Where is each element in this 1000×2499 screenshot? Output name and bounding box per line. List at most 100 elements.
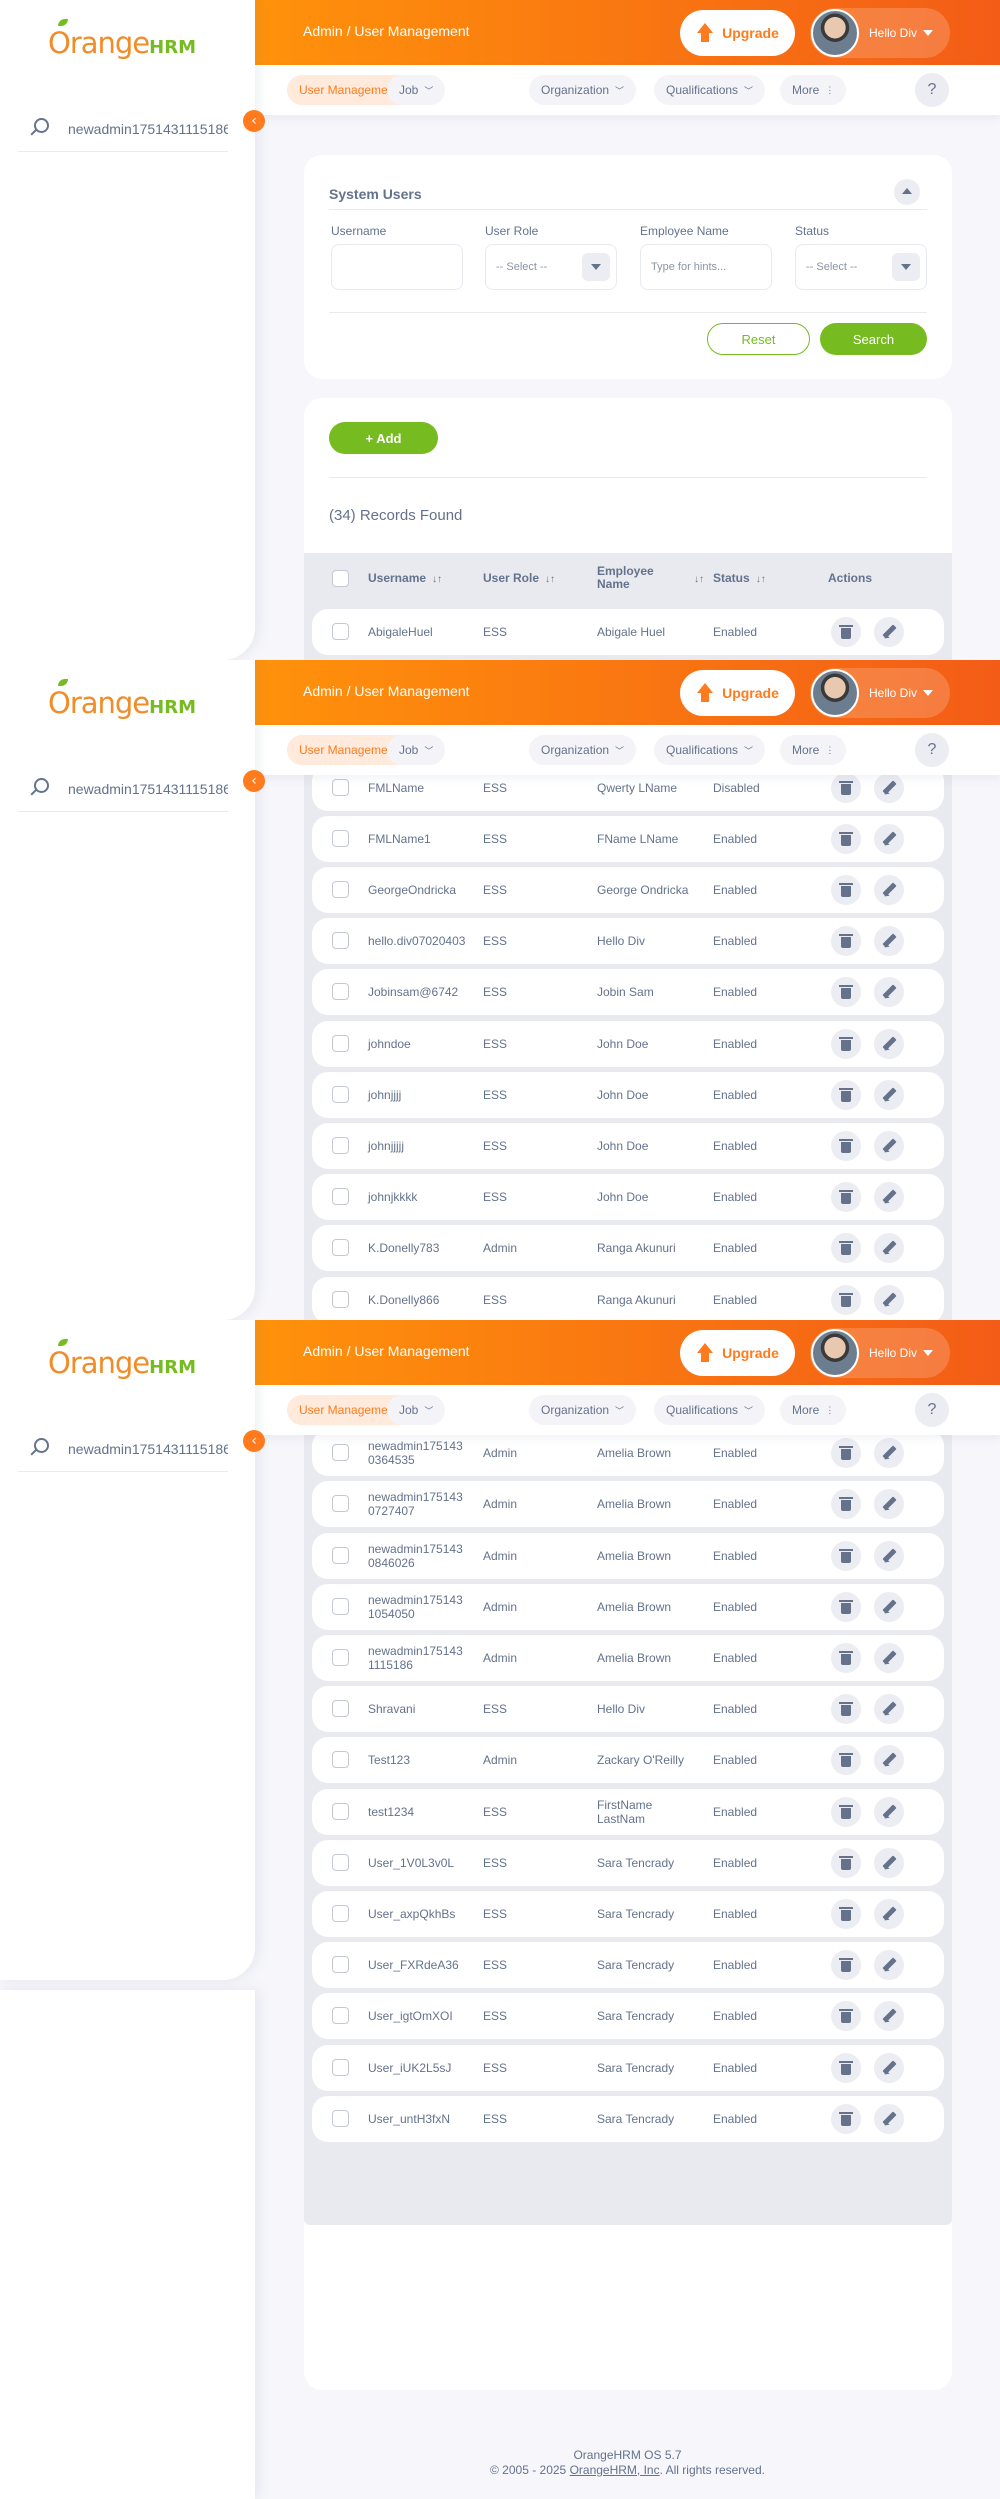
tab-job[interactable]: Job ﹀: [387, 1395, 446, 1425]
row-checkbox[interactable]: [332, 829, 349, 847]
tab-job[interactable]: Job ﹀: [387, 735, 446, 765]
trash-icon[interactable]: [831, 1643, 861, 1673]
row-checkbox[interactable]: [332, 881, 349, 898]
row-checkbox[interactable]: [332, 932, 349, 950]
row-checkbox[interactable]: [332, 1546, 349, 1564]
tab-more[interactable]: More ⋮: [780, 75, 847, 105]
row-checkbox[interactable]: [332, 1188, 349, 1206]
trash-icon[interactable]: [831, 1131, 861, 1161]
add-button[interactable]: + Add: [329, 422, 438, 454]
pencil-icon[interactable]: [874, 617, 904, 647]
trash-icon[interactable]: [831, 1540, 861, 1571]
row-checkbox[interactable]: [332, 1290, 349, 1308]
pencil-icon[interactable]: [874, 977, 904, 1008]
trash-icon[interactable]: [831, 2001, 861, 2032]
row-checkbox[interactable]: [332, 1597, 349, 1615]
user-dropdown[interactable]: Hello Div: [810, 8, 950, 58]
trash-icon[interactable]: [831, 2103, 861, 2134]
table-row[interactable]: User_axpQkhBs ESS Sara Tencrady Enabled: [312, 1891, 944, 1937]
pencil-icon[interactable]: [874, 1591, 904, 1622]
sidebar-search-input[interactable]: newadmin1751431115186: [18, 1426, 228, 1472]
sort-icon[interactable]: ↓↑: [432, 574, 442, 585]
row-checkbox[interactable]: [332, 1905, 349, 1922]
trash-icon[interactable]: [831, 1489, 861, 1520]
row-checkbox[interactable]: [332, 2007, 349, 2025]
trash-icon[interactable]: [831, 1796, 861, 1827]
sidebar-search-input[interactable]: newadmin1751431115186: [18, 106, 228, 152]
trash-icon[interactable]: [831, 1694, 861, 1725]
table-row[interactable]: test1234 ESS FirstName LastNam Enabled: [312, 1788, 944, 1835]
upgrade-button[interactable]: Upgrade: [680, 10, 795, 56]
pencil-icon[interactable]: [874, 1950, 904, 1981]
pencil-icon[interactable]: [874, 1028, 904, 1059]
search-button[interactable]: Search: [820, 323, 927, 355]
pencil-icon[interactable]: [874, 926, 904, 957]
pencil-icon[interactable]: [874, 1284, 904, 1315]
trash-icon[interactable]: [831, 1079, 861, 1110]
pencil-icon[interactable]: [874, 1745, 904, 1776]
row-checkbox[interactable]: [332, 1700, 349, 1718]
table-row[interactable]: User_FXRdeA36 ESS Sara Tencrady Enabled: [312, 1942, 944, 1989]
trash-icon[interactable]: [831, 617, 861, 647]
orangehrm-logo[interactable]: OrangeHRM: [48, 679, 196, 720]
table-row[interactable]: newadmin175143 1054050 Admin Amelia Brown E…: [312, 1583, 944, 1630]
chevron-left-icon[interactable]: ‹: [243, 770, 265, 792]
row-checkbox[interactable]: [332, 1649, 349, 1666]
sort-icon[interactable]: ↓↑: [756, 574, 766, 585]
table-row[interactable]: AbigaleHuel ESS Abigale Huel Enabled: [312, 609, 944, 655]
sidebar-search-input[interactable]: newadmin1751431115186: [18, 766, 228, 812]
username-input[interactable]: [331, 244, 463, 290]
row-checkbox[interactable]: [332, 623, 349, 640]
tab-job[interactable]: Job ﹀: [387, 75, 446, 105]
table-row[interactable]: GeorgeOndricka ESS George Ondricka Enabled: [312, 867, 944, 913]
pencil-icon[interactable]: [874, 823, 904, 854]
pencil-icon[interactable]: [874, 1079, 904, 1110]
upgrade-button[interactable]: Upgrade: [680, 670, 795, 716]
row-checkbox[interactable]: [332, 1751, 349, 1769]
reset-button[interactable]: Reset: [707, 323, 810, 355]
select-all-checkbox[interactable]: [332, 570, 349, 587]
pencil-icon[interactable]: [874, 2001, 904, 2032]
tab-more[interactable]: More ⋮: [780, 735, 847, 765]
sort-icon[interactable]: ↓↑: [688, 572, 704, 586]
column-employee-name[interactable]: Employee Name: [597, 565, 654, 591]
trash-icon[interactable]: [831, 875, 861, 905]
table-row[interactable]: User_1V0L3v0L ESS Sara Tencrady Enabled: [312, 1839, 944, 1886]
tab-organization[interactable]: Organization ﹀: [529, 75, 637, 105]
table-row[interactable]: newadmin175143 0727407 Admin Amelia Brown E…: [312, 1481, 944, 1528]
pencil-icon[interactable]: [874, 1233, 904, 1264]
trash-icon[interactable]: [831, 1284, 861, 1315]
status-select[interactable]: -- Select --: [795, 244, 927, 290]
table-row[interactable]: newadmin175143 0364535 Admin Amelia Brown E…: [312, 1430, 944, 1477]
row-checkbox[interactable]: [332, 1444, 349, 1462]
pencil-icon[interactable]: [874, 1694, 904, 1725]
row-checkbox[interactable]: [332, 983, 349, 1001]
trash-icon[interactable]: [831, 1438, 861, 1469]
tab-qualifications[interactable]: Qualifications ﹀: [654, 1395, 766, 1425]
row-checkbox[interactable]: [332, 1956, 349, 1974]
column-status[interactable]: Status ↓↑: [713, 572, 766, 586]
table-row[interactable]: Jobinsam@6742 ESS Jobin Sam Enabled: [312, 969, 944, 1016]
help-button[interactable]: ?: [915, 1393, 949, 1427]
sort-icon[interactable]: ↓↑: [545, 574, 555, 585]
trash-icon[interactable]: [831, 1745, 861, 1776]
tab-organization[interactable]: Organization ﹀: [529, 1395, 637, 1425]
pencil-icon[interactable]: [874, 1796, 904, 1827]
chevron-left-icon[interactable]: ‹: [243, 1430, 265, 1452]
row-checkbox[interactable]: [332, 1495, 349, 1513]
pencil-icon[interactable]: [874, 1847, 904, 1878]
pencil-icon[interactable]: [874, 1182, 904, 1213]
table-row[interactable]: K.Donelly783 Admin Ranga Akunuri Enabled: [312, 1225, 944, 1272]
trash-icon[interactable]: [831, 1028, 861, 1059]
pencil-icon[interactable]: [874, 875, 904, 905]
pencil-icon[interactable]: [874, 772, 904, 803]
table-row[interactable]: johndoe ESS John Doe Enabled: [312, 1020, 944, 1067]
orangehrm-logo[interactable]: OrangeHRM: [48, 1339, 196, 1380]
trash-icon[interactable]: [831, 823, 861, 854]
tab-qualifications[interactable]: Qualifications ﹀: [654, 75, 766, 105]
trash-icon[interactable]: [831, 926, 861, 957]
trash-icon[interactable]: [831, 1233, 861, 1264]
row-checkbox[interactable]: [332, 1802, 349, 1820]
orangehrm-logo[interactable]: OrangeHRM: [48, 19, 196, 60]
pencil-icon[interactable]: [874, 2052, 904, 2083]
